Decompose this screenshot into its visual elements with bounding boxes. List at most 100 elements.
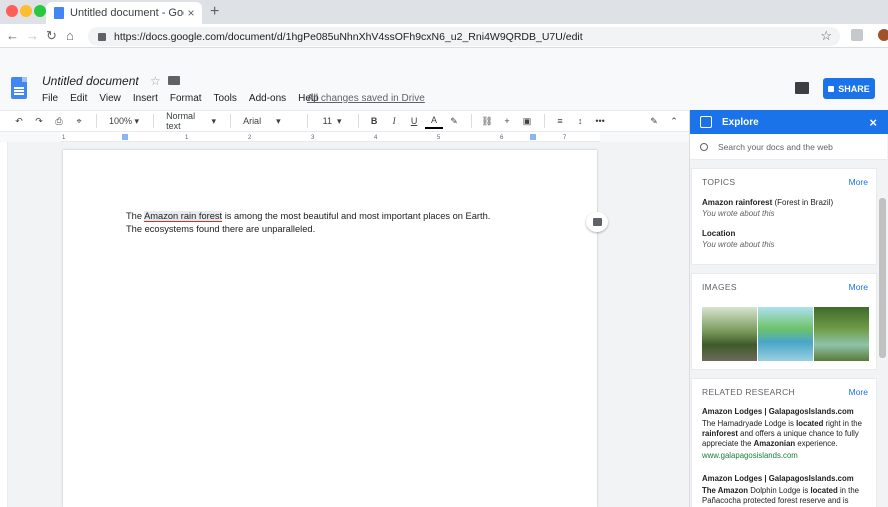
topic-item[interactable]: Location You wrote about this xyxy=(702,228,775,250)
editing-mode-button[interactable]: ✎ xyxy=(645,113,663,129)
comments-icon[interactable] xyxy=(795,82,809,94)
document-page[interactable]: The Amazon rain forest is among the most… xyxy=(63,150,597,507)
line-spacing-button[interactable]: ↕ xyxy=(571,113,589,129)
body-text-line2: The ecosystems found there are unparalle… xyxy=(126,224,316,234)
reload-button[interactable]: ↻ xyxy=(46,28,57,44)
image-thumbnail[interactable] xyxy=(758,307,813,361)
font-size-value: 11 xyxy=(322,116,332,126)
italic-button[interactable]: I xyxy=(385,113,403,129)
menu-insert[interactable]: Insert xyxy=(133,93,158,104)
snippet-bold: located xyxy=(796,419,824,428)
menu-format[interactable]: Format xyxy=(170,93,202,104)
document-body[interactable]: The Amazon rain forest is among the most… xyxy=(126,210,526,236)
horizontal-ruler[interactable]: 1 1 2 3 4 5 6 7 xyxy=(60,132,600,142)
topic-name: Amazon rainforest xyxy=(702,198,773,207)
explore-search-input[interactable]: Search your docs and the web xyxy=(690,134,887,160)
image-thumbnail[interactable] xyxy=(702,307,757,361)
home-button[interactable]: ⌂ xyxy=(66,28,74,43)
maximize-window-button[interactable] xyxy=(34,5,46,17)
menu-file[interactable]: File xyxy=(42,93,58,104)
address-bar-row: ← → ↻ ⌂ https://docs.google.com/document… xyxy=(0,24,888,48)
style-select[interactable]: Normal text ▾ xyxy=(160,111,222,131)
text-color-button[interactable]: A xyxy=(425,113,444,129)
close-tab-icon[interactable]: × xyxy=(184,6,198,20)
more-button[interactable]: ••• xyxy=(591,113,609,129)
topics-more-link[interactable]: More xyxy=(849,177,868,187)
close-window-button[interactable] xyxy=(6,5,18,17)
explore-icon xyxy=(700,116,712,128)
ruler-tick: 5 xyxy=(437,135,441,141)
align-button[interactable]: ≡ xyxy=(551,113,569,129)
browser-tab[interactable]: Untitled document - Google Do × xyxy=(46,2,202,24)
new-tab-button[interactable]: + xyxy=(210,3,219,21)
doc-title[interactable]: Untitled document xyxy=(42,74,139,88)
style-value: Normal text xyxy=(166,111,196,131)
ruler-tick: 1 xyxy=(185,135,189,141)
undo-button[interactable]: ↶ xyxy=(10,113,28,129)
topics-card: TOPICS More Amazon rainforest (Forest in… xyxy=(691,168,877,265)
browser-tab-strip: Untitled document - Google Do × + xyxy=(0,0,888,24)
menu-edit[interactable]: Edit xyxy=(70,93,87,104)
topic-item[interactable]: Amazon rainforest (Forest in Brazil) You… xyxy=(702,197,833,219)
body-text: The xyxy=(126,211,145,221)
menu-view[interactable]: View xyxy=(99,93,121,104)
ruler-tick: 7 xyxy=(563,135,567,141)
research-result[interactable]: Amazon Lodges | GalapagosIslands.com The… xyxy=(702,474,872,506)
zoom-select[interactable]: 100% ▾ xyxy=(103,113,145,129)
menu-tools[interactable]: Tools xyxy=(214,93,237,104)
back-button[interactable]: ← xyxy=(6,28,19,43)
explore-panel: Explore × Search your docs and the web T… xyxy=(689,110,888,507)
tab-title: Untitled document - Google Do xyxy=(70,7,184,19)
explore-header: Explore × xyxy=(690,110,888,134)
research-heading: RELATED RESEARCH xyxy=(702,387,795,397)
ruler-tick: 3 xyxy=(311,135,315,141)
explore-scrollbar[interactable] xyxy=(879,198,886,358)
search-placeholder: Search your docs and the web xyxy=(718,141,833,152)
close-explore-button[interactable]: × xyxy=(869,115,877,130)
add-comment-float-button[interactable] xyxy=(586,212,608,232)
forward-button[interactable]: → xyxy=(26,28,39,43)
result-url[interactable]: www.galapagosislands.com xyxy=(702,451,872,461)
share-label: SHARE xyxy=(838,83,870,94)
research-more-link[interactable]: More xyxy=(849,387,868,397)
redo-button[interactable]: ↷ xyxy=(30,113,48,129)
profile-avatar[interactable] xyxy=(878,29,888,41)
images-more-link[interactable]: More xyxy=(849,282,868,292)
docs-logo-icon[interactable] xyxy=(11,77,27,99)
insert-image-button[interactable]: ▣ xyxy=(518,113,536,129)
comment-plus-icon xyxy=(592,218,602,226)
highlight-color-button[interactable]: ✎ xyxy=(445,113,463,129)
right-indent-marker[interactable] xyxy=(530,134,536,140)
topic-detail: (Forest in Brazil) xyxy=(772,198,834,207)
image-thumbnail[interactable] xyxy=(814,307,869,361)
insert-link-button[interactable]: ⛓ xyxy=(478,113,496,129)
snippet-bold: rainforest xyxy=(702,429,738,438)
docs-header: Untitled document ☆ File Edit View Inser… xyxy=(0,68,888,110)
bookmark-star-icon[interactable]: ☆ xyxy=(820,28,832,44)
minimize-window-button[interactable] xyxy=(20,5,32,17)
bold-button[interactable]: B xyxy=(365,113,383,129)
ruler-tick: 4 xyxy=(374,135,378,141)
highlighted-phrase[interactable]: Amazon rain forest xyxy=(144,211,223,222)
star-icon[interactable]: ☆ xyxy=(150,74,161,88)
menu-addons[interactable]: Add-ons xyxy=(249,93,286,104)
add-comment-button[interactable]: + xyxy=(498,113,516,129)
underline-button[interactable]: U xyxy=(405,113,423,129)
extension-icon[interactable] xyxy=(851,29,863,41)
share-button[interactable]: SHARE xyxy=(823,78,875,99)
save-status[interactable]: All changes saved in Drive xyxy=(307,93,425,104)
paint-format-button[interactable]: ⌖ xyxy=(70,113,88,129)
image-thumbnails xyxy=(702,307,869,361)
folder-icon[interactable] xyxy=(168,76,180,85)
font-select[interactable]: Arial ▾ xyxy=(237,113,299,129)
font-size-select[interactable]: 11 ▾ xyxy=(314,113,350,129)
ruler-tick: 6 xyxy=(500,135,504,141)
print-button[interactable]: ⎙ xyxy=(50,113,68,129)
ruler-tick: 1 xyxy=(62,135,66,141)
indent-marker[interactable] xyxy=(122,134,128,140)
result-title: Amazon Lodges | GalapagosIslands.com xyxy=(702,407,854,416)
research-result[interactable]: Amazon Lodges | GalapagosIslands.com The… xyxy=(702,407,872,461)
collapse-menu-button[interactable]: ⌃ xyxy=(665,113,683,129)
lock-icon xyxy=(828,85,835,92)
url-field[interactable]: https://docs.google.com/document/d/1hgPe… xyxy=(88,27,840,46)
